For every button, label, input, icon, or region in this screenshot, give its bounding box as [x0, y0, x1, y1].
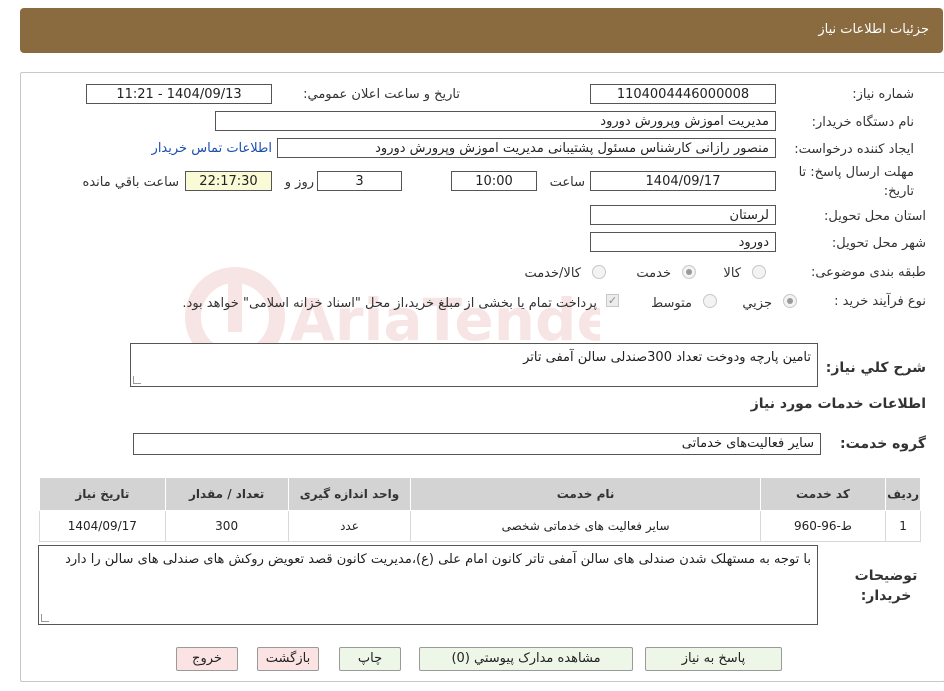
services-table: رديف کد خدمت نام خدمت واحد اندازه گيری ت… — [39, 477, 921, 542]
category-radio-service[interactable] — [682, 265, 696, 279]
service-group-field: ساير فعاليت‌هاى خدماتى — [133, 433, 821, 455]
buyer-contact-link[interactable]: اطلاعات تماس خريدار — [152, 141, 272, 156]
cell-service-code: ط-96-960 — [759, 510, 887, 542]
table-header-row: رديف کد خدمت نام خدمت واحد اندازه گيری ت… — [39, 477, 921, 511]
process-label: نوع فرآیند خرید : — [834, 294, 926, 309]
summary-text: تامین پارچه ودوخت تعداد 300صندلی سالن آم… — [523, 350, 811, 365]
buyer-notes-textarea[interactable]: با توجه به مستهلک شدن صندلی های سالن آمف… — [38, 545, 818, 625]
cell-service-name: ساير فعاليت هاى خدماتى شخصى — [410, 510, 761, 542]
announce-datetime-field: 1404/09/13 - 11:21 — [86, 84, 272, 104]
category-option-goods-service: کالا/خدمت — [524, 266, 581, 281]
col-need-date: تاریخ نیاز — [39, 477, 166, 511]
reply-button[interactable]: پاسخ به نياز — [645, 647, 782, 671]
col-unit: واحد اندازه گيری — [287, 477, 412, 511]
cell-need-date: 1404/09/17 — [39, 510, 166, 542]
col-row-number: رديف — [885, 477, 921, 511]
exit-button[interactable]: خروج — [176, 647, 238, 671]
treasury-payment-checkbox[interactable]: ✓ — [606, 294, 619, 307]
col-service-name: نام خدمت — [410, 477, 761, 511]
city-label: شهر محل تحویل: — [831, 236, 926, 251]
province-field: لرستان — [590, 205, 776, 225]
buyer-org-field: مديريت اموزش وپرورش دورود — [215, 111, 776, 131]
category-option-goods: کالا — [723, 266, 741, 281]
resize-grip-icon[interactable] — [41, 614, 49, 622]
need-number-field: 1104004446000008 — [590, 84, 776, 104]
category-radio-goods-service[interactable] — [592, 265, 606, 279]
category-option-service: خدمت — [636, 266, 671, 281]
cell-row-number: 1 — [885, 510, 921, 542]
summary-textarea[interactable]: تامین پارچه ودوخت تعداد 300صندلی سالن آم… — [130, 343, 818, 387]
services-section-title: اطلاعات خدمات مورد نياز — [750, 396, 926, 412]
requester-field: منصور رازانی کارشناس مسئول پشتیبانی مدیر… — [277, 138, 776, 158]
process-radio-medium[interactable] — [703, 294, 717, 308]
remaining-time-field: 22:17:30 — [185, 171, 272, 191]
province-label: استان محل تحویل: — [824, 209, 926, 224]
need-number-label: شماره نیاز: — [852, 87, 914, 102]
col-quantity: تعداد / مقدار — [164, 477, 289, 511]
category-radio-goods[interactable] — [752, 265, 766, 279]
process-radio-minor[interactable] — [783, 294, 797, 308]
buyer-org-label: نام دستگاه خريدار: — [811, 115, 914, 130]
buyer-notes-text: با توجه به مستهلک شدن صندلی های سالن آمف… — [65, 552, 811, 567]
city-field: دورود — [590, 232, 776, 252]
deadline-time-field: 10:00 — [451, 171, 537, 191]
treasury-payment-note: پرداخت تمام یا بخشی از مبلغ خرید،از محل … — [182, 296, 597, 311]
days-remaining-field: 3 — [317, 171, 402, 191]
deadline-time-label: ساعت — [549, 175, 585, 190]
announce-label: تاریخ و ساعت اعلان عمومي: — [303, 87, 460, 102]
page-header: جزئیات اطلاعات نیاز — [20, 8, 943, 53]
process-option-medium: متوسط — [651, 296, 692, 311]
requester-label: ايجاد کننده درخواست: — [794, 142, 914, 157]
col-service-code: کد خدمت — [759, 477, 887, 511]
resize-grip-icon[interactable] — [133, 376, 141, 384]
process-option-minor: جزيي — [742, 296, 772, 311]
back-button[interactable]: بازگشت — [257, 647, 319, 671]
print-button[interactable]: چاپ — [339, 647, 401, 671]
deadline-date-field: 1404/09/17 — [590, 171, 776, 191]
cell-unit: عدد — [287, 510, 412, 542]
days-label: روز و — [284, 175, 314, 190]
table-row: 1 ط-96-960 ساير فعاليت هاى خدماتى شخصى ع… — [39, 510, 921, 542]
summary-label: شرح کلي نياز: — [825, 360, 926, 376]
page-title: جزئیات اطلاعات نیاز — [818, 22, 929, 37]
remaining-time-label: ساعت باقي مانده — [82, 175, 179, 190]
cell-quantity: 300 — [164, 510, 289, 542]
buyer-notes-label: توضيحات خريدار: — [854, 568, 918, 604]
deadline-label-date: تاریخ: — [883, 184, 914, 199]
category-label: طبقه بندی موضوعی: — [810, 265, 926, 280]
service-group-label: گروه خدمت: — [840, 436, 926, 452]
view-attachments-button[interactable]: مشاهده مدارک پيوستي (0) — [419, 647, 633, 671]
deadline-label: مهلت ارسال پاسخ: تا — [798, 165, 914, 180]
